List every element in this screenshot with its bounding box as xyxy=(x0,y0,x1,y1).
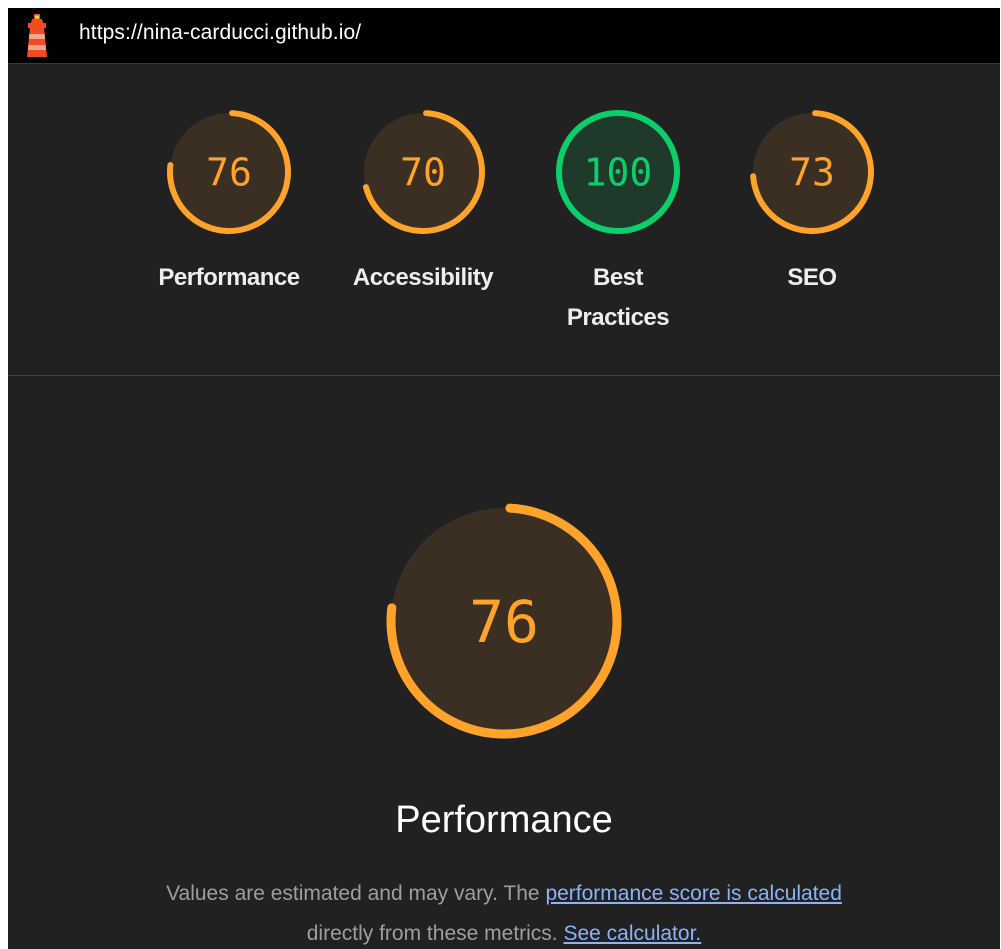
performance-gauge-large: 76 xyxy=(8,498,1000,744)
gauge-best-practices-label: Best Practices xyxy=(566,264,670,331)
performance-score-link[interactable]: performance score is calculated xyxy=(545,882,841,905)
gauge-performance-score: 76 xyxy=(206,151,252,195)
category-gauges: 76 Performance 70 Accessibility 100 Best Prac… xyxy=(8,65,1000,375)
gauge-best-practices-score: 100 xyxy=(584,151,653,195)
page-url[interactable]: https://nina-carducci.github.io/ xyxy=(79,21,361,45)
performance-title: Performance xyxy=(395,799,613,841)
gauge-accessibility-label: Accessibility xyxy=(352,264,494,291)
performance-description: Values are estimated and may vary. The p… xyxy=(8,874,1000,949)
lighthouse-icon xyxy=(27,14,47,57)
see-calculator-link[interactable]: See calculator. xyxy=(563,922,701,945)
gauge-performance-label: Performance xyxy=(158,264,300,291)
description-text: Values are estimated and may vary. The xyxy=(166,882,546,905)
gauge-best-practices[interactable]: 100 Best Practices xyxy=(528,104,708,338)
gauge-accessibility-score: 70 xyxy=(400,151,446,195)
gauge-accessibility-ring: 70 xyxy=(361,110,485,234)
gauge-best-practices-ring: 100 xyxy=(556,110,680,234)
gauge-seo-label: SEO xyxy=(787,264,837,291)
lighthouse-report: https://nina-carducci.github.io/ 76 Perfo… xyxy=(8,8,1000,949)
gauge-seo[interactable]: 73 SEO xyxy=(722,104,902,298)
description-text-2: directly from these metrics. xyxy=(306,922,564,945)
gauge-accessibility[interactable]: 70 Accessibility xyxy=(333,104,513,298)
performance-large-score: 76 xyxy=(469,588,539,656)
gauge-performance-ring: 76 xyxy=(167,110,291,234)
top-bar: https://nina-carducci.github.io/ xyxy=(8,8,1000,64)
gauge-seo-score: 73 xyxy=(789,151,835,195)
divider xyxy=(8,375,1000,376)
gauge-seo-ring: 73 xyxy=(750,110,874,234)
gauge-performance[interactable]: 76 Performance xyxy=(139,104,319,298)
